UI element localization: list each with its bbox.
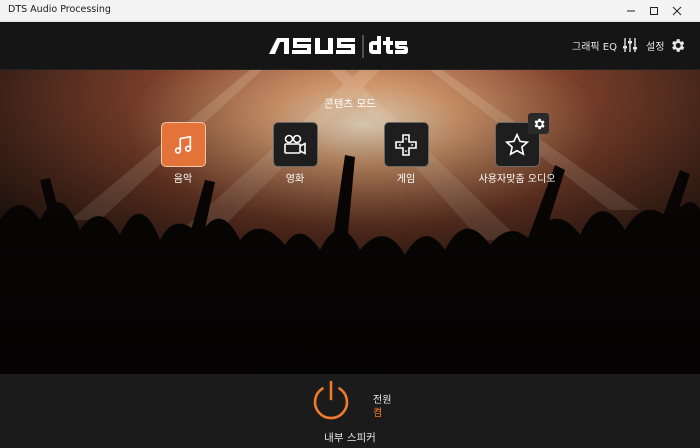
power-state: 켬 [373, 408, 383, 419]
content-mode-title: 콘텐츠 모드 [324, 98, 376, 110]
star-icon [504, 132, 530, 156]
gamepad-icon [395, 133, 417, 156]
mode-music-label: 음악 [173, 174, 193, 185]
window-title-bar: DTS Audio Processing [0, 0, 700, 22]
music-note-icon [174, 135, 192, 154]
concert-background-image [0, 70, 700, 374]
custom-audio-settings-button[interactable] [528, 113, 549, 134]
gear-icon [672, 39, 685, 52]
power-icon [313, 380, 349, 420]
output-device-label[interactable]: 내부 스피커 [0, 430, 700, 445]
mode-game-tile[interactable] [383, 122, 429, 167]
sliders-icon [622, 38, 637, 52]
mode-music-tile[interactable] [160, 122, 206, 167]
mode-movie-label: 영화 [285, 174, 305, 185]
graphic-eq-label: 그래픽 EQ [572, 41, 617, 53]
asus-dts-logo [269, 35, 408, 58]
close-icon [672, 6, 682, 16]
close-button[interactable] [654, 0, 700, 22]
graphic-eq-button[interactable]: 그래픽 EQ [572, 37, 638, 53]
mode-game-label: 게임 [396, 174, 416, 185]
mode-music[interactable]: 음악 [138, 122, 228, 186]
gear-icon [534, 118, 545, 129]
mode-movie[interactable]: 영화 [250, 122, 340, 186]
settings-button[interactable]: 설정 [646, 37, 686, 54]
settings-label: 설정 [646, 42, 665, 53]
power-button[interactable] [309, 379, 353, 423]
mode-game[interactable]: 게임 [361, 122, 451, 186]
movie-camera-icon [284, 134, 306, 155]
mode-custom-audio-label: 사용자맞춤 오디오 [478, 174, 556, 185]
app-header: 그래픽 EQ 설정 [0, 22, 700, 70]
mode-movie-tile[interactable] [272, 122, 318, 167]
window-title: DTS Audio Processing [8, 4, 111, 15]
